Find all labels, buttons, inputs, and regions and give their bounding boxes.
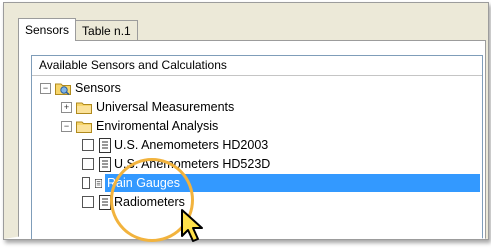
- tree-item-enviromental-analysis[interactable]: − Enviromental Analysis: [61, 117, 218, 135]
- tab-table-n1[interactable]: Table n.1: [75, 20, 138, 41]
- tree-item-anemometers-hd2003[interactable]: U.S. Anemometers HD2003: [82, 136, 268, 154]
- folder-icon: [76, 121, 92, 133]
- tree-item-universal-measurements[interactable]: + Universal Measurements: [61, 98, 234, 116]
- item-checkbox[interactable]: [82, 177, 90, 189]
- sensors-folder-icon: [55, 83, 71, 95]
- available-sensors-group: Available Sensors and Calculations − Sen…: [31, 55, 483, 239]
- tree-item-sensors[interactable]: − Sensors: [40, 79, 121, 97]
- item-checkbox[interactable]: [82, 139, 94, 151]
- expand-icon[interactable]: +: [61, 101, 72, 113]
- tree-item-label: U.S. Anemometers HD2003: [114, 138, 269, 152]
- sensor-window: Sensors Table n.1 Available Sensors and …: [3, 2, 489, 240]
- tree-item-label: Sensors: [75, 81, 121, 95]
- tree-item-label: Universal Measurements: [96, 100, 235, 114]
- collapse-icon[interactable]: −: [61, 120, 72, 132]
- document-icon: [99, 137, 111, 153]
- folder-icon: [76, 102, 92, 114]
- tree-item-label: Enviromental Analysis: [96, 119, 219, 133]
- tab-panel: Available Sensors and Calculations − Sen…: [18, 40, 486, 239]
- tab-bar: Sensors Table n.1: [18, 18, 138, 41]
- document-icon: [99, 156, 111, 172]
- document-icon: [94, 178, 103, 188]
- item-checkbox[interactable]: [82, 158, 94, 170]
- group-title: Available Sensors and Calculations: [32, 56, 482, 76]
- mouse-cursor-icon: [181, 209, 203, 242]
- collapse-icon[interactable]: −: [40, 82, 51, 94]
- item-checkbox[interactable]: [82, 196, 94, 208]
- tab-sensors[interactable]: Sensors: [18, 18, 77, 41]
